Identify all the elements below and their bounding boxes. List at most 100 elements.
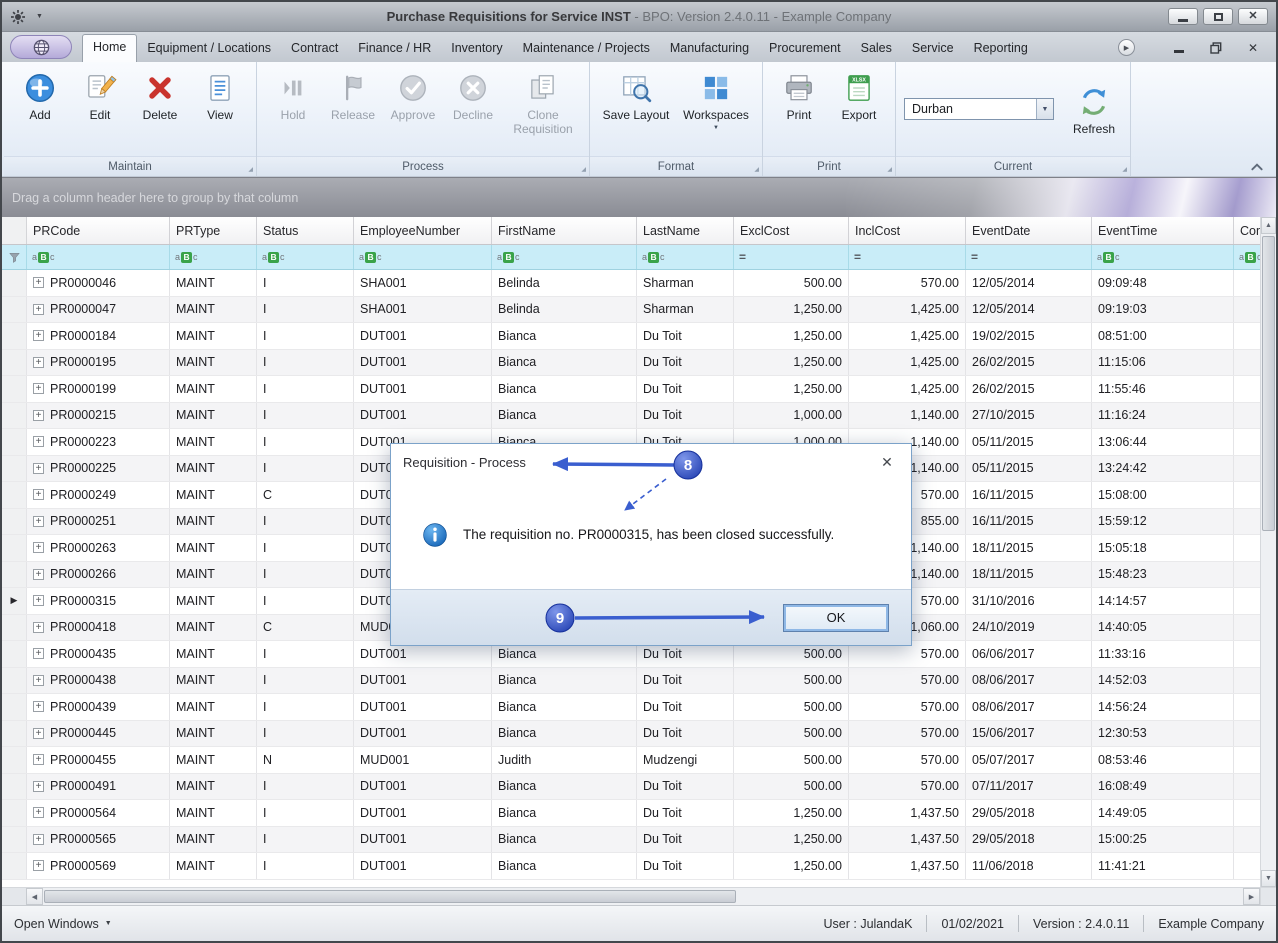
cell-eventtime[interactable]: 11:16:24	[1092, 403, 1234, 429]
cell-comments[interactable]	[1234, 429, 1260, 455]
cell-employeenumber[interactable]: SHA001	[354, 270, 492, 296]
ok-button[interactable]: OK	[783, 604, 889, 632]
cell-eventtime[interactable]: 13:06:44	[1092, 429, 1234, 455]
table-row[interactable]: +PR0000445MAINTIDUT001BiancaDu Toit500.0…	[2, 721, 1260, 748]
expand-icon[interactable]: +	[33, 701, 44, 712]
cell-prcode[interactable]: +PR0000418	[27, 615, 170, 641]
cell-prcode[interactable]: +PR0000184	[27, 323, 170, 349]
refresh-button[interactable]: Refresh	[1066, 82, 1122, 137]
cell-eventdate[interactable]: 05/11/2015	[966, 429, 1092, 455]
cell-eventtime[interactable]: 14:52:03	[1092, 668, 1234, 694]
expand-icon[interactable]: +	[33, 463, 44, 474]
filter-cell-employeenumber[interactable]: aBc	[354, 245, 492, 269]
cell-firstname[interactable]: Belinda	[492, 270, 637, 296]
column-header-employeenumber[interactable]: EmployeeNumber	[354, 217, 492, 244]
expand-icon[interactable]: +	[33, 781, 44, 792]
cell-prtype[interactable]: MAINT	[170, 562, 257, 588]
cell-inclcost[interactable]: 1,140.00	[849, 403, 966, 429]
cell-inclcost[interactable]: 570.00	[849, 747, 966, 773]
horizontal-scroll-thumb[interactable]	[44, 890, 736, 903]
mdi-restore-icon[interactable]	[1210, 42, 1222, 54]
save-layout-button[interactable]: Save Layout	[598, 68, 674, 123]
cell-prcode[interactable]: +PR0000565	[27, 827, 170, 853]
cell-status[interactable]: I	[257, 350, 354, 376]
cell-inclcost[interactable]: 570.00	[849, 270, 966, 296]
cell-inclcost[interactable]: 1,437.50	[849, 853, 966, 879]
cell-firstname[interactable]: Belinda	[492, 297, 637, 323]
add-button[interactable]: Add	[12, 68, 68, 123]
cell-employeenumber[interactable]: DUT001	[354, 376, 492, 402]
cell-comments[interactable]	[1234, 403, 1260, 429]
cell-eventdate[interactable]: 24/10/2019	[966, 615, 1092, 641]
group-dialog-launcher-icon[interactable]: ◢	[754, 166, 759, 173]
cell-eventdate[interactable]: 26/02/2015	[966, 350, 1092, 376]
cell-eventdate[interactable]: 27/10/2015	[966, 403, 1092, 429]
cell-employeenumber[interactable]: DUT001	[354, 853, 492, 879]
table-row[interactable]: +PR0000215MAINTIDUT001BiancaDu Toit1,000…	[2, 403, 1260, 430]
cell-eventtime[interactable]: 14:40:05	[1092, 615, 1234, 641]
minimize-button[interactable]	[1168, 8, 1198, 25]
collapse-ribbon-icon[interactable]	[1250, 162, 1264, 172]
cell-firstname[interactable]: Bianca	[492, 800, 637, 826]
cell-comments[interactable]	[1234, 668, 1260, 694]
cell-prtype[interactable]: MAINT	[170, 376, 257, 402]
cell-status[interactable]: I	[257, 800, 354, 826]
table-row[interactable]: +PR0000184MAINTIDUT001BiancaDu Toit1,250…	[2, 323, 1260, 350]
expand-icon[interactable]: +	[33, 834, 44, 845]
cell-comments[interactable]	[1234, 588, 1260, 614]
expand-icon[interactable]: +	[33, 304, 44, 315]
horizontal-scrollbar[interactable]: ◀ ▶	[2, 887, 1276, 905]
expand-icon[interactable]: +	[33, 357, 44, 368]
table-row[interactable]: +PR0000569MAINTIDUT001BiancaDu Toit1,250…	[2, 853, 1260, 880]
cell-comments[interactable]	[1234, 853, 1260, 879]
cell-exclcost[interactable]: 500.00	[734, 747, 849, 773]
group-dialog-launcher-icon[interactable]: ◢	[581, 166, 586, 173]
cell-status[interactable]: I	[257, 403, 354, 429]
cell-employeenumber[interactable]: DUT001	[354, 827, 492, 853]
scroll-down-arrow-icon[interactable]: ▼	[1261, 870, 1276, 887]
filter-cell-firstname[interactable]: aBc	[492, 245, 637, 269]
column-header-lastname[interactable]: LastName	[637, 217, 734, 244]
expand-icon[interactable]: +	[33, 489, 44, 500]
cell-status[interactable]: I	[257, 535, 354, 561]
cell-status[interactable]: I	[257, 509, 354, 535]
cell-exclcost[interactable]: 1,000.00	[734, 403, 849, 429]
scroll-up-arrow-icon[interactable]: ▲	[1261, 217, 1276, 234]
cell-comments[interactable]	[1234, 562, 1260, 588]
cell-prcode[interactable]: +PR0000266	[27, 562, 170, 588]
cell-inclcost[interactable]: 570.00	[849, 721, 966, 747]
filter-cell-prcode[interactable]: aBc	[27, 245, 170, 269]
tab-manufacturing[interactable]: Manufacturing	[660, 36, 759, 62]
table-row[interactable]: +PR0000438MAINTIDUT001BiancaDu Toit500.0…	[2, 668, 1260, 695]
cell-lastname[interactable]: Mudzengi	[637, 747, 734, 773]
expand-icon[interactable]: +	[33, 595, 44, 606]
tab-sales[interactable]: Sales	[851, 36, 902, 62]
cell-status[interactable]: I	[257, 429, 354, 455]
table-row[interactable]: +PR0000046MAINTISHA001BelindaSharman500.…	[2, 270, 1260, 297]
cell-lastname[interactable]: Du Toit	[637, 800, 734, 826]
cell-lastname[interactable]: Sharman	[637, 270, 734, 296]
cell-employeenumber[interactable]: DUT001	[354, 350, 492, 376]
cell-firstname[interactable]: Bianca	[492, 694, 637, 720]
cell-eventtime[interactable]: 15:00:25	[1092, 827, 1234, 853]
cell-prcode[interactable]: +PR0000223	[27, 429, 170, 455]
application-menu-button[interactable]	[10, 35, 72, 59]
cell-inclcost[interactable]: 1,425.00	[849, 297, 966, 323]
cell-eventtime[interactable]: 09:09:48	[1092, 270, 1234, 296]
cell-comments[interactable]	[1234, 376, 1260, 402]
cell-eventtime[interactable]: 14:49:05	[1092, 800, 1234, 826]
filter-cell-status[interactable]: aBc	[257, 245, 354, 269]
cell-eventdate[interactable]: 15/06/2017	[966, 721, 1092, 747]
cell-status[interactable]: I	[257, 694, 354, 720]
cell-eventdate[interactable]: 05/07/2017	[966, 747, 1092, 773]
cell-eventdate[interactable]: 12/05/2014	[966, 297, 1092, 323]
cell-eventtime[interactable]: 15:48:23	[1092, 562, 1234, 588]
group-dialog-launcher-icon[interactable]: ◢	[248, 166, 253, 173]
cell-lastname[interactable]: Du Toit	[637, 694, 734, 720]
cell-eventtime[interactable]: 08:51:00	[1092, 323, 1234, 349]
view-button[interactable]: View	[192, 68, 248, 123]
cell-prtype[interactable]: MAINT	[170, 668, 257, 694]
cell-prcode[interactable]: +PR0000439	[27, 694, 170, 720]
workspaces-button[interactable]: Workspaces▼	[678, 68, 754, 131]
open-windows-dropdown[interactable]: Open Windows ▼	[14, 917, 112, 931]
